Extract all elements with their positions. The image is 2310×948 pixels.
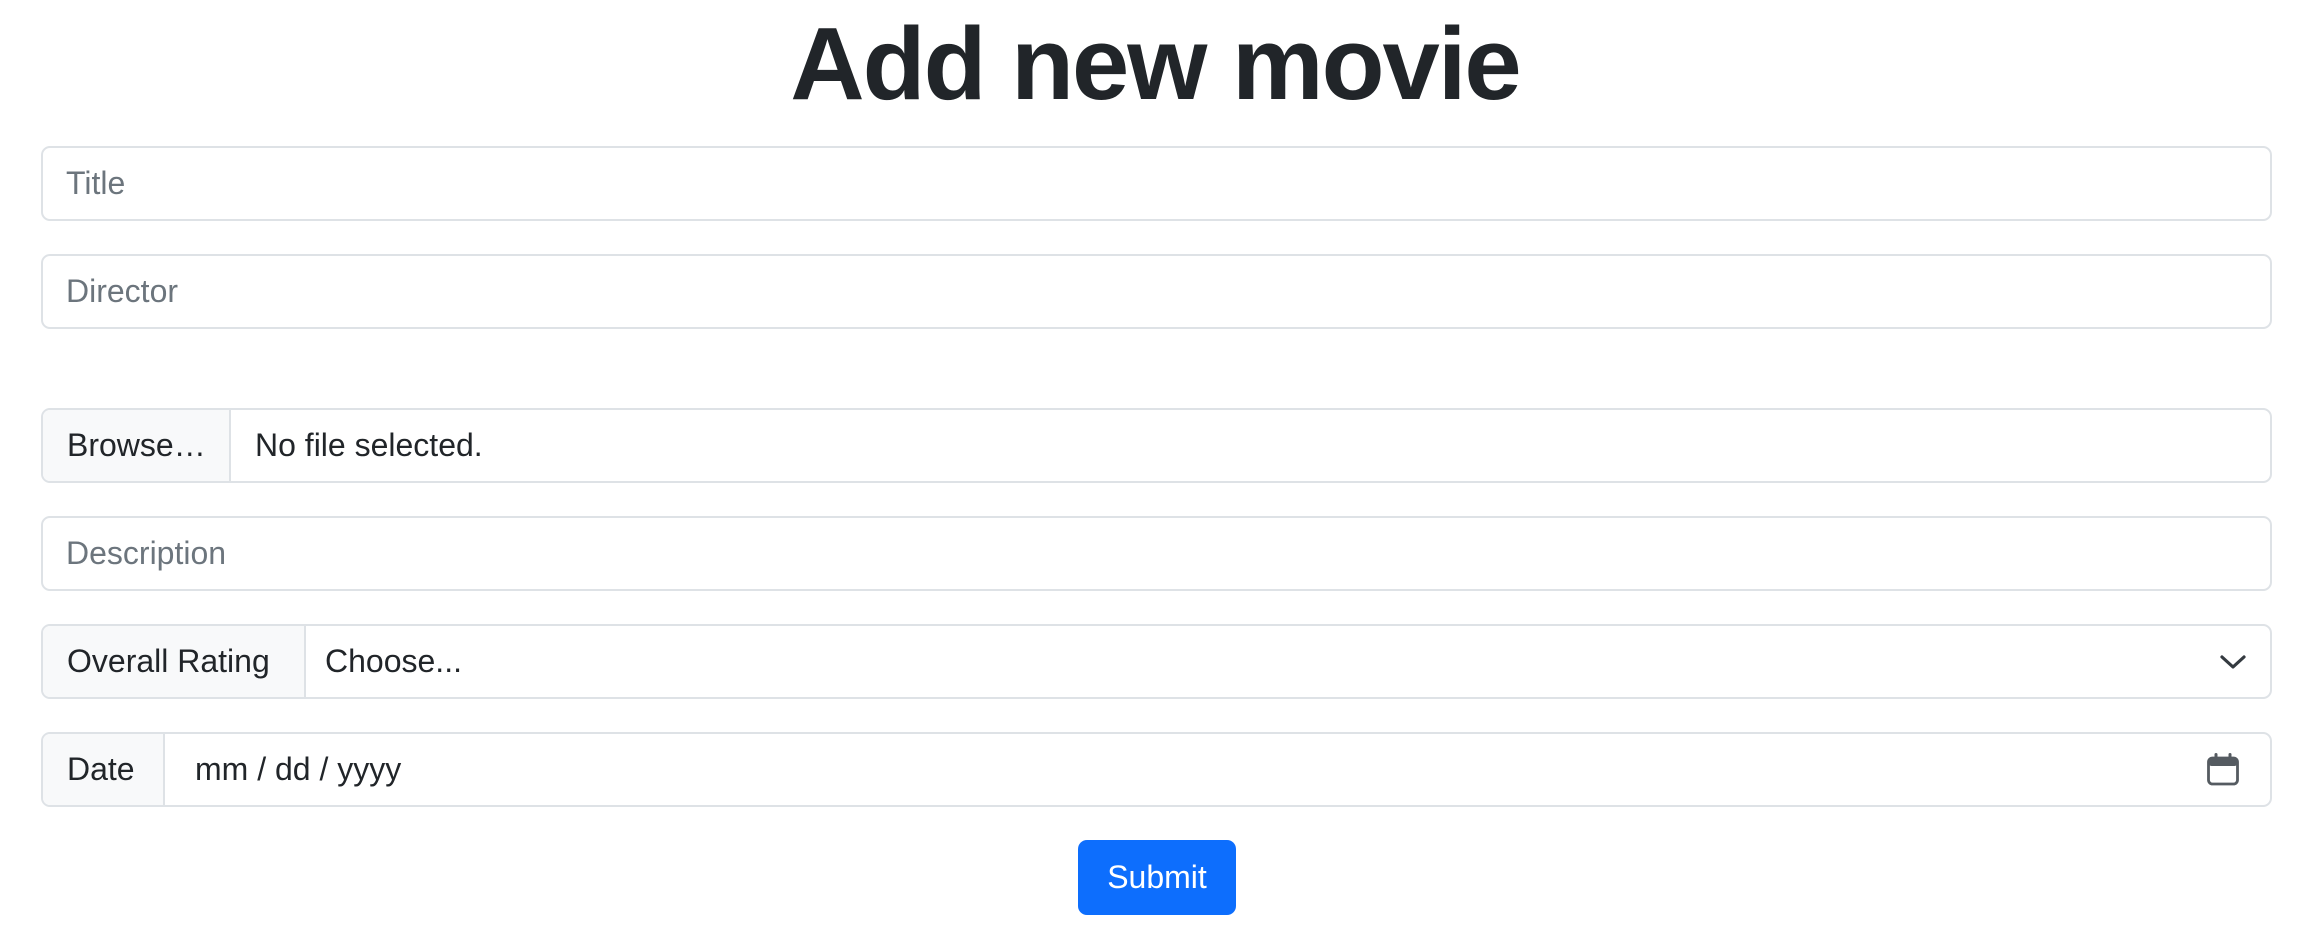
browse-button[interactable]: Browse… (43, 410, 231, 481)
date-field-container: Date mm / dd / yyyy (41, 732, 2272, 807)
date-label: Date (43, 734, 165, 805)
title-field-container (41, 146, 2272, 221)
calendar-icon[interactable] (2206, 752, 2240, 787)
description-input[interactable] (43, 518, 2270, 589)
director-input[interactable] (43, 256, 2270, 327)
date-input[interactable]: mm / dd / yyyy (165, 734, 2270, 805)
submit-button[interactable]: Submit (1078, 840, 1236, 915)
rating-select-value: Choose... (325, 643, 462, 679)
date-placeholder: mm / dd / yyyy (195, 751, 402, 787)
rating-field-container: Overall Rating Choose... (41, 624, 2272, 699)
rating-select[interactable]: Choose... (306, 626, 2270, 697)
file-input[interactable]: Browse… No file selected. (41, 408, 2272, 483)
rating-label: Overall Rating (43, 626, 306, 697)
director-field-container (41, 254, 2272, 329)
page-title: Add new movie (790, 6, 1521, 121)
description-field-container (41, 516, 2272, 591)
chevron-down-icon (2220, 654, 2246, 670)
file-status: No file selected. (255, 427, 483, 463)
title-input[interactable] (43, 148, 2270, 219)
